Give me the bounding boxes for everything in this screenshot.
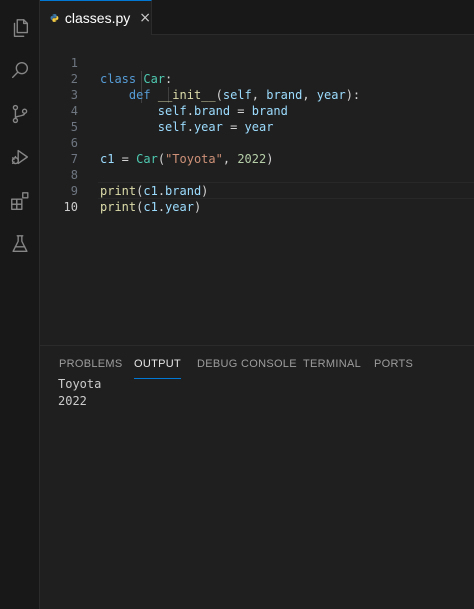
search-icon[interactable] [8,58,32,82]
output-line: Toyota [58,377,102,391]
tab-debug-console[interactable]: DEBUG CONSOLE [197,356,297,378]
bottom-panel: PROBLEMS OUTPUT DEBUG CONSOLE TERMINAL P… [40,345,474,609]
tab-classes-py[interactable]: classes.py × [40,0,152,35]
code-line: 9 print(c1.year) [40,167,474,214]
tab-ports[interactable]: PORTS [374,356,413,378]
tab-output[interactable]: OUTPUT [134,356,182,379]
output-line: 2022 [58,394,87,408]
files-icon[interactable] [8,16,32,40]
punctuation-token: ) [193,200,202,214]
testing-icon[interactable] [8,232,32,256]
run-debug-icon[interactable] [8,145,32,169]
tab-label: classes.py [64,10,131,26]
close-icon[interactable]: × [139,10,151,26]
punctuation-token: . [157,200,166,214]
tab-bar: classes.py × [40,0,474,35]
code-editor[interactable]: 1 class Car: 2 def __init__(self, brand,… [40,35,474,345]
code-line: 7 [40,135,474,166]
python-icon [50,14,59,22]
code-line: 5 [40,103,474,134]
tab-terminal[interactable]: TERMINAL [303,356,361,378]
tab-problems[interactable]: PROBLEMS [59,356,123,378]
code-line: 3 self.brand = brand [40,71,474,118]
source-control-icon[interactable] [8,102,32,126]
line-number: 10 [63,200,78,214]
attribute-token: year [165,200,194,214]
code-line: 6 c1 = Car("Toyota", 2022) [40,119,474,166]
code-line: 10 [40,183,474,214]
code-line: 4 self.year = year [40,87,474,134]
code-line: 2 def __init__(self, brand, year): [40,55,474,102]
function-call-token: print [100,200,137,214]
activity-bar [0,0,40,609]
variable-token: c1 [143,200,158,214]
output-text: Toyota 2022 [58,376,101,410]
extensions-icon[interactable] [8,189,32,213]
code-line: 8 print(c1.brand) [40,151,474,198]
code-line: 1 class Car: [40,39,474,86]
